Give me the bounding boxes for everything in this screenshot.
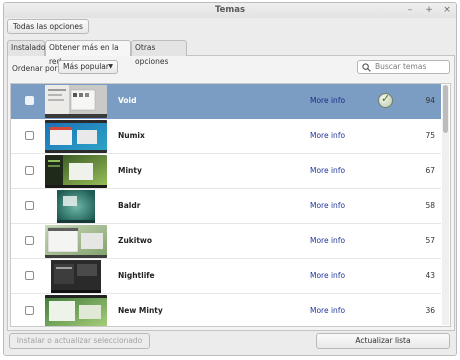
tab-other-options[interactable]: Otras opciones: [131, 40, 187, 66]
table-row[interactable]: Minty More info 67: [11, 154, 441, 189]
theme-thumbnail: [45, 120, 107, 153]
more-info-link[interactable]: More info: [310, 201, 345, 210]
themes-window: Temas – + × Todas las opciones Instalado…: [3, 2, 457, 356]
popularity-count: 36: [425, 306, 435, 315]
sort-selected-value: Más popular: [63, 62, 109, 71]
table-row[interactable]: New Minty More info 36: [11, 294, 441, 326]
popularity-count: 57: [425, 236, 435, 245]
more-info-link[interactable]: More info: [310, 131, 345, 140]
popularity-count: 58: [425, 201, 435, 210]
search-icon: [362, 63, 371, 72]
table-row[interactable]: Zukitwo More info 57: [11, 224, 441, 259]
row-checkbox[interactable]: [25, 96, 34, 105]
row-checkbox[interactable]: [25, 166, 34, 175]
row-checkbox[interactable]: [25, 131, 34, 140]
table-row[interactable]: Baldr More info 58: [11, 189, 441, 224]
tab-get-more[interactable]: Obtener más en la red: [45, 40, 131, 66]
more-info-link[interactable]: More info: [310, 236, 345, 245]
theme-thumbnail: [45, 155, 107, 188]
theme-name: Numix: [118, 131, 145, 140]
more-info-link[interactable]: More info: [310, 166, 345, 175]
table-row[interactable]: Numix More info 75: [11, 119, 441, 154]
window-title: Temas: [214, 5, 246, 15]
installed-check-icon: ✓: [378, 92, 393, 108]
theme-thumbnail: [45, 190, 107, 223]
all-options-button[interactable]: Todas las opciones: [7, 19, 89, 34]
sort-select[interactable]: Más popular ▼: [58, 60, 118, 74]
refresh-list-button[interactable]: Actualizar lista: [316, 333, 450, 349]
theme-name: New Minty: [118, 306, 163, 315]
table-row[interactable]: Nightlife More info 43: [11, 259, 441, 294]
chevron-down-icon: ▼: [108, 63, 113, 70]
row-checkbox[interactable]: [25, 201, 34, 210]
maximize-button[interactable]: +: [424, 3, 434, 18]
search-input[interactable]: Buscar temas: [357, 60, 450, 74]
theme-name: Void: [118, 96, 137, 105]
table-row[interactable]: Void More info ✓ 94: [11, 84, 441, 119]
theme-thumbnail: [45, 85, 107, 118]
sort-label: Ordenar por: [12, 64, 58, 73]
theme-name: Zukitwo: [118, 236, 153, 245]
more-info-link[interactable]: More info: [310, 306, 345, 315]
popularity-count: 43: [425, 271, 435, 280]
theme-thumbnail: [45, 295, 107, 326]
row-checkbox[interactable]: [25, 271, 34, 280]
theme-thumbnail: [45, 225, 107, 258]
search-placeholder: Buscar temas: [375, 62, 427, 71]
theme-thumbnail: [45, 260, 107, 293]
theme-name: Nightlife: [118, 271, 155, 280]
close-button[interactable]: ×: [442, 3, 452, 18]
title-bar: Temas: [4, 3, 456, 18]
row-checkbox[interactable]: [25, 236, 34, 245]
row-checkbox[interactable]: [25, 306, 34, 315]
more-info-link[interactable]: More info: [310, 271, 345, 280]
popularity-count: 94: [425, 96, 435, 105]
install-update-button[interactable]: Instalar o actualizar seleccionado: [9, 333, 150, 349]
minimize-button[interactable]: –: [405, 3, 415, 18]
more-info-link[interactable]: More info: [310, 96, 345, 105]
popularity-count: 67: [425, 166, 435, 175]
list-scrollbar[interactable]: [442, 85, 449, 325]
theme-name: Baldr: [118, 201, 141, 210]
popularity-count: 75: [425, 131, 435, 140]
scrollbar-thumb[interactable]: [443, 85, 448, 133]
tab-installed[interactable]: Instalado: [7, 40, 45, 56]
theme-list[interactable]: Void More info ✓ 94 Numix More info 75 M…: [10, 83, 451, 327]
theme-name: Minty: [118, 166, 142, 175]
